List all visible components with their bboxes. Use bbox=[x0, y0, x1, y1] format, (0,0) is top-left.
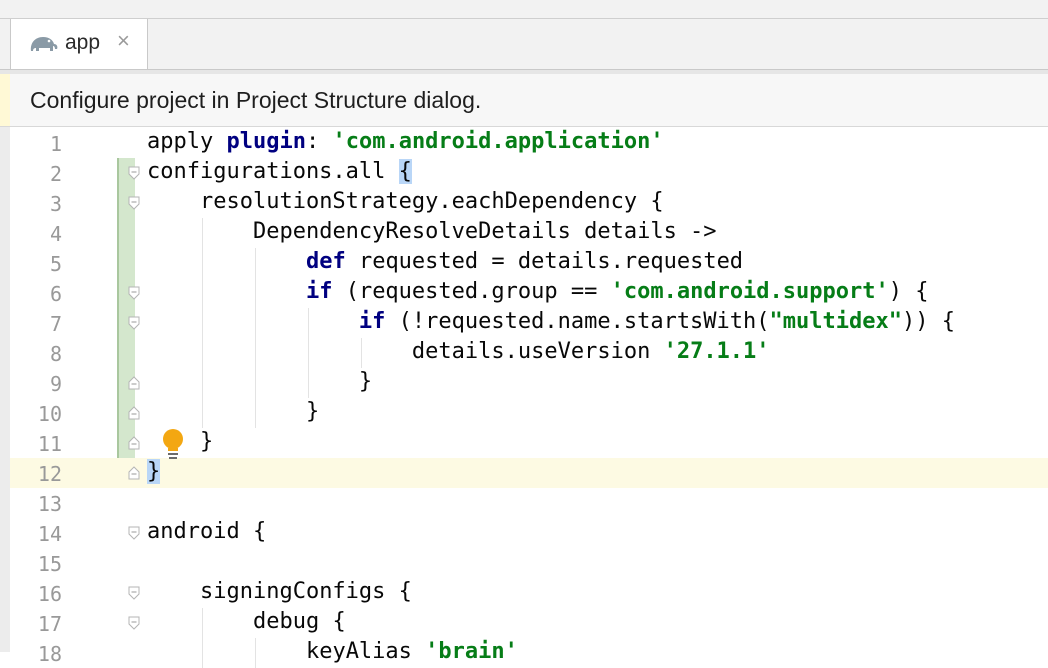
line-number: 16 bbox=[37, 582, 62, 606]
code-text: if (!requested.name.startsWith("multidex… bbox=[147, 309, 955, 334]
code-line[interactable]: 5 def requested = details.requested bbox=[10, 248, 1048, 278]
code-text: } bbox=[147, 399, 319, 424]
string-token: '27.1.1' bbox=[663, 339, 770, 364]
line-number: 17 bbox=[37, 612, 62, 636]
code-token: )) { bbox=[901, 309, 955, 334]
code-line[interactable]: 13 bbox=[10, 488, 1048, 518]
code-token: } bbox=[305, 399, 320, 424]
line-number: 12 bbox=[37, 462, 62, 486]
code-token: signingConfigs { bbox=[199, 579, 412, 604]
keyword-token: if bbox=[305, 279, 333, 304]
fold-end-icon[interactable] bbox=[127, 376, 141, 390]
code-line[interactable]: 17 debug { bbox=[10, 608, 1048, 638]
code-line[interactable]: 3 resolutionStrategy.eachDependency { bbox=[10, 188, 1048, 218]
line-number: 3 bbox=[49, 192, 62, 216]
code-text: def requested = details.requested bbox=[147, 249, 743, 274]
lightbulb-icon[interactable] bbox=[160, 428, 186, 460]
code-text: configurations.all { bbox=[147, 159, 412, 184]
fold-open-icon[interactable] bbox=[127, 286, 141, 300]
fold-open-icon[interactable] bbox=[127, 616, 141, 630]
code-text: details.useVersion '27.1.1' bbox=[147, 339, 770, 364]
fold-open-icon[interactable] bbox=[127, 586, 141, 600]
code-line[interactable]: 12} bbox=[10, 458, 1048, 488]
banner-accent bbox=[0, 74, 10, 126]
code-line[interactable]: 14 android { bbox=[10, 518, 1048, 548]
line-number: 6 bbox=[49, 282, 62, 306]
code-line[interactable]: 10 } bbox=[10, 398, 1048, 428]
code-token: (requested.group == bbox=[332, 279, 611, 304]
code-token: } bbox=[358, 369, 373, 394]
code-text: debug { bbox=[147, 609, 346, 634]
fold-end-icon[interactable] bbox=[127, 466, 141, 480]
fold-open-icon[interactable] bbox=[127, 316, 141, 330]
fold-end-icon[interactable] bbox=[127, 436, 141, 450]
line-number: 13 bbox=[37, 492, 62, 516]
code-line[interactable]: 18 keyAlias 'brain' bbox=[10, 638, 1048, 668]
code-text: if (requested.group == 'com.android.supp… bbox=[147, 279, 929, 304]
string-token: 'com.android.application' bbox=[332, 129, 664, 154]
tab-app[interactable]: app × bbox=[10, 19, 148, 69]
code-text: } bbox=[147, 369, 372, 394]
string-token: "multidex" bbox=[769, 309, 902, 334]
code-token: } bbox=[199, 429, 214, 454]
line-number: 2 bbox=[49, 162, 62, 186]
line-number: 18 bbox=[37, 642, 62, 666]
line-number: 15 bbox=[37, 552, 62, 576]
fold-open-icon[interactable] bbox=[127, 526, 141, 540]
keyword-token: def bbox=[305, 249, 346, 274]
line-number: 7 bbox=[49, 312, 62, 336]
code-text: android { bbox=[147, 519, 266, 544]
code-token: ) { bbox=[888, 279, 929, 304]
line-number: 11 bbox=[37, 432, 62, 456]
code-line[interactable]: 6 if (requested.group == 'com.android.su… bbox=[10, 278, 1048, 308]
line-number: 10 bbox=[37, 402, 62, 426]
code-text: resolutionStrategy.eachDependency { bbox=[147, 189, 664, 214]
matched-brace: { bbox=[398, 159, 412, 184]
close-icon[interactable]: × bbox=[117, 28, 130, 54]
code-line[interactable]: 16 signingConfigs { bbox=[10, 578, 1048, 608]
tab-label: app bbox=[65, 31, 101, 54]
keyword-token: if bbox=[358, 309, 386, 334]
code-token: android { bbox=[147, 519, 267, 544]
fold-end-icon[interactable] bbox=[127, 406, 141, 420]
line-number: 8 bbox=[49, 342, 62, 366]
code-text: } bbox=[147, 459, 161, 484]
code-line[interactable]: 15 bbox=[10, 548, 1048, 578]
code-token: : bbox=[305, 129, 333, 154]
window-top-strip bbox=[0, 0, 1048, 19]
fold-open-icon[interactable] bbox=[127, 196, 141, 210]
code-token: configurations.all bbox=[147, 159, 399, 184]
code-line[interactable]: 9 } bbox=[10, 368, 1048, 398]
banner-text: Configure project in Project Structure d… bbox=[30, 87, 482, 113]
code-token: apply bbox=[147, 129, 227, 154]
matched-brace: } bbox=[147, 459, 161, 484]
code-token: (!requested.name.startsWith( bbox=[385, 309, 770, 334]
notification-banner[interactable]: Configure project in Project Structure d… bbox=[0, 74, 1048, 127]
code-token: details.useVersion bbox=[411, 339, 664, 364]
line-number: 9 bbox=[49, 372, 62, 396]
code-line[interactable]: 7 if (!requested.name.startsWith("multid… bbox=[10, 308, 1048, 338]
code-line[interactable]: 4 DependencyResolveDetails details -> bbox=[10, 218, 1048, 248]
line-number: 1 bbox=[49, 132, 62, 156]
code-line[interactable]: 2 configurations.all { bbox=[10, 158, 1048, 188]
code-token: requested = details.requested bbox=[345, 249, 744, 274]
fold-open-icon[interactable] bbox=[127, 166, 141, 180]
keyword-token: plugin bbox=[226, 129, 306, 154]
code-token: resolutionStrategy.eachDependency { bbox=[199, 189, 664, 214]
code-line[interactable]: 1 apply plugin: 'com.android.application' bbox=[10, 128, 1048, 158]
code-line[interactable]: 8 details.useVersion '27.1.1' bbox=[10, 338, 1048, 368]
code-token: DependencyResolveDetails details -> bbox=[252, 219, 717, 244]
code-token: debug { bbox=[252, 609, 346, 634]
code-text: signingConfigs { bbox=[147, 579, 412, 604]
line-number: 5 bbox=[49, 252, 62, 276]
code-text: DependencyResolveDetails details -> bbox=[147, 219, 717, 244]
line-number: 4 bbox=[49, 222, 62, 246]
editor-tab-bar: app × bbox=[0, 19, 1048, 70]
elephant-icon bbox=[30, 37, 58, 51]
line-number: 14 bbox=[37, 522, 62, 546]
code-text: apply plugin: 'com.android.application' bbox=[147, 129, 664, 154]
string-token: 'com.android.support' bbox=[610, 279, 889, 304]
left-edge bbox=[0, 127, 10, 652]
